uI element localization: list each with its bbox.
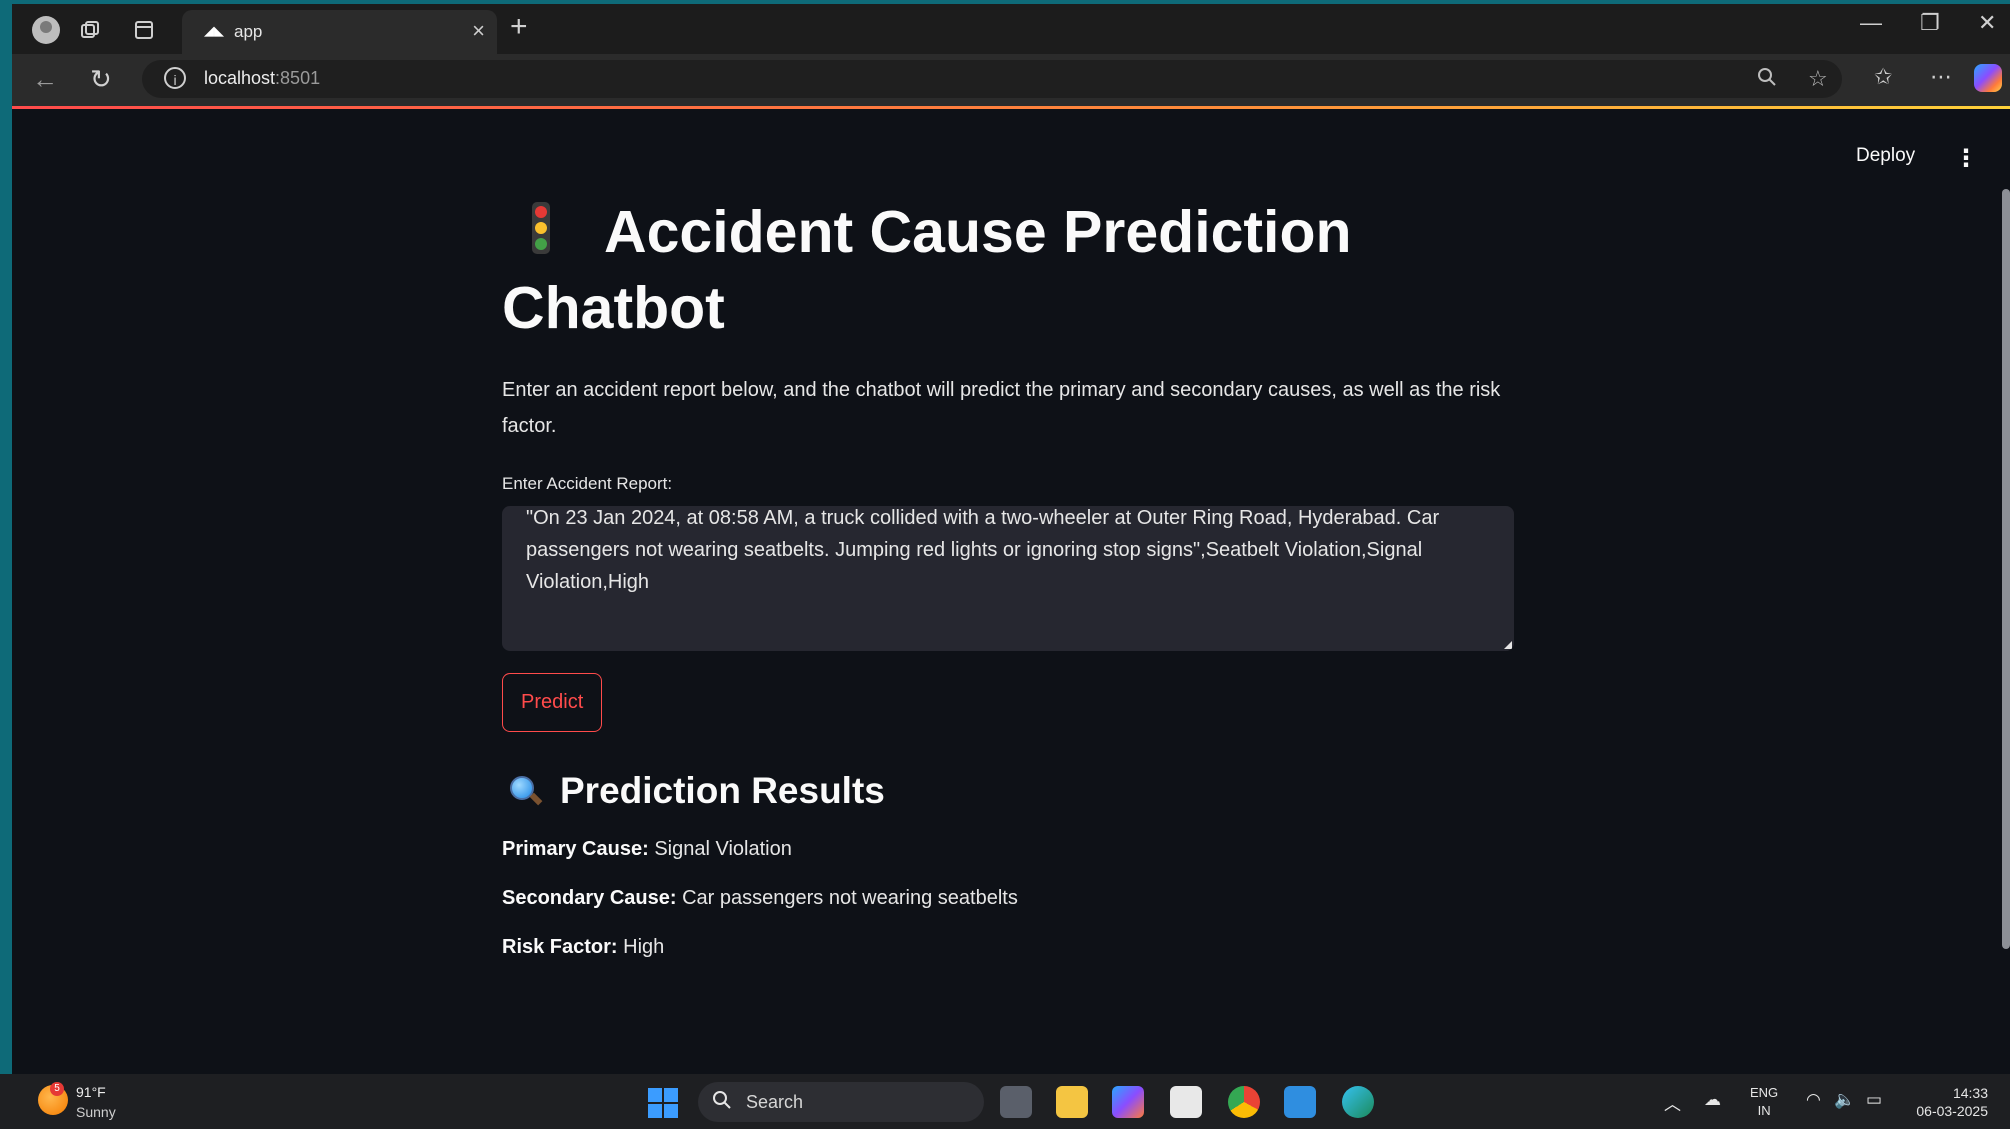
secondary-cause-result: Secondary Cause: Car passengers not wear… <box>502 887 1522 910</box>
traffic-light-icon <box>532 202 550 255</box>
store-icon[interactable] <box>1170 1086 1202 1118</box>
show-hidden-icons-icon[interactable]: ︿ <box>1664 1090 1681 1115</box>
more-options-icon[interactable]: ⋯ <box>1930 64 1952 90</box>
results-heading-text: Prediction Results <box>560 770 885 811</box>
page-title: Accident Cause Prediction Chatbot <box>502 194 1522 346</box>
close-window-icon[interactable]: ✕ <box>1978 10 1996 36</box>
url-host: localhost <box>204 68 276 88</box>
chrome-icon[interactable] <box>1228 1086 1260 1118</box>
search-label: Search <box>746 1092 804 1112</box>
page-description: Enter an accident report below, and the … <box>502 379 1501 437</box>
tab-title: app <box>234 22 263 41</box>
workspaces-icon[interactable] <box>74 14 106 46</box>
resize-handle-icon[interactable] <box>1504 641 1512 649</box>
clock-time: 14:33 <box>1952 1085 1988 1101</box>
minimize-icon[interactable]: — <box>1860 10 1882 36</box>
result-key: Primary Cause: <box>502 838 649 860</box>
result-value: High <box>623 936 665 958</box>
results-heading: Prediction Results <box>502 770 1522 812</box>
taskbar: 5 91°F Sunny Search ︿ ☁ ENG IN ◠ 🔈 ▭ 14:3… <box>0 1074 2010 1129</box>
weather-desc[interactable]: Sunny <box>76 1104 116 1120</box>
edge-icon[interactable] <box>1342 1086 1374 1118</box>
profile-icon[interactable] <box>30 14 62 46</box>
clock[interactable]: 14:33 06-03-2025 <box>1908 1084 1988 1120</box>
main-content: Accident Cause Prediction Chatbot Enter … <box>502 194 1522 959</box>
address-bar[interactable]: i localhost:8501 ☆ <box>142 60 1842 98</box>
wifi-icon[interactable]: ◠ <box>1806 1090 1821 1110</box>
language-indicator[interactable]: ENG IN <box>1750 1084 1778 1120</box>
site-info-icon[interactable]: i <box>164 67 186 89</box>
weather-badge: 5 <box>50 1082 64 1096</box>
result-value: Car passengers not wearing seatbelts <box>682 887 1018 909</box>
url-text[interactable]: localhost:8501 <box>204 68 320 89</box>
streamlit-top-decoration <box>12 106 2010 109</box>
favorite-star-icon[interactable]: ☆ <box>1808 66 1828 92</box>
close-tab-icon[interactable]: × <box>472 18 485 44</box>
accident-report-label: Enter Accident Report: <box>502 474 673 493</box>
address-bar-row: ← ↻ i localhost:8501 ☆ <box>12 54 2010 106</box>
url-port: :8501 <box>275 68 321 88</box>
favorites-icon[interactable]: ✩ <box>1874 64 1892 90</box>
restore-icon[interactable]: ❐ <box>1920 10 1940 36</box>
tab-app[interactable]: ◢◣ app × <box>182 10 497 54</box>
result-key: Risk Factor: <box>502 936 618 958</box>
vscode-icon[interactable] <box>1284 1086 1316 1118</box>
accident-report-text: "On 23 Jan 2024, at 08:58 AM, a truck co… <box>526 507 1440 593</box>
predict-button[interactable]: Predict <box>502 673 603 732</box>
taskbar-search[interactable]: Search <box>698 1082 984 1122</box>
zoom-icon[interactable] <box>1756 66 1778 94</box>
accident-report-input[interactable]: "On 23 Jan 2024, at 08:58 AM, a truck co… <box>502 506 1514 651</box>
page-scrollbar[interactable] <box>2002 189 2010 949</box>
tab-actions-icon[interactable] <box>128 14 160 46</box>
deploy-button[interactable]: Deploy <box>1856 145 1915 167</box>
browser-window: ◢◣ app × + — ❐ ✕ ← ↻ i localhost:8501 ☆ … <box>12 4 2010 1074</box>
back-icon[interactable]: ← <box>32 64 58 95</box>
copilot-icon[interactable] <box>1974 64 2002 92</box>
lang-line-1: ENG <box>1750 1085 1779 1100</box>
result-value: Signal Violation <box>654 838 792 860</box>
result-key: Secondary Cause: <box>502 887 677 909</box>
risk-factor-result: Risk Factor: High <box>502 936 1522 959</box>
new-tab-button[interactable]: + <box>510 12 528 42</box>
refresh-icon[interactable]: ↻ <box>90 64 112 95</box>
magnifying-glass-icon <box>510 776 543 806</box>
tab-bar: ◢◣ app × + — ❐ ✕ <box>12 4 2010 54</box>
file-explorer-icon[interactable] <box>1056 1086 1088 1118</box>
volume-icon[interactable]: 🔈 <box>1834 1090 1855 1110</box>
weather-temp[interactable]: 91°F <box>76 1084 106 1100</box>
battery-icon[interactable]: ▭ <box>1866 1090 1882 1110</box>
page-title-text: Accident Cause Prediction Chatbot <box>502 199 1352 341</box>
copilot-app-icon[interactable] <box>1112 1086 1144 1118</box>
search-icon <box>712 1090 732 1116</box>
main-menu-icon[interactable]: ⋮ <box>1954 144 1978 173</box>
lang-line-2: IN <box>1757 1103 1771 1118</box>
clock-date: 06-03-2025 <box>1916 1103 1988 1119</box>
windows-start-icon[interactable] <box>648 1088 678 1118</box>
streamlit-favicon-icon: ◢◣ <box>204 23 224 38</box>
task-view-icon[interactable] <box>1000 1086 1032 1118</box>
onedrive-icon[interactable]: ☁ <box>1704 1090 1721 1110</box>
primary-cause-result: Primary Cause: Signal Violation <box>502 838 1522 861</box>
